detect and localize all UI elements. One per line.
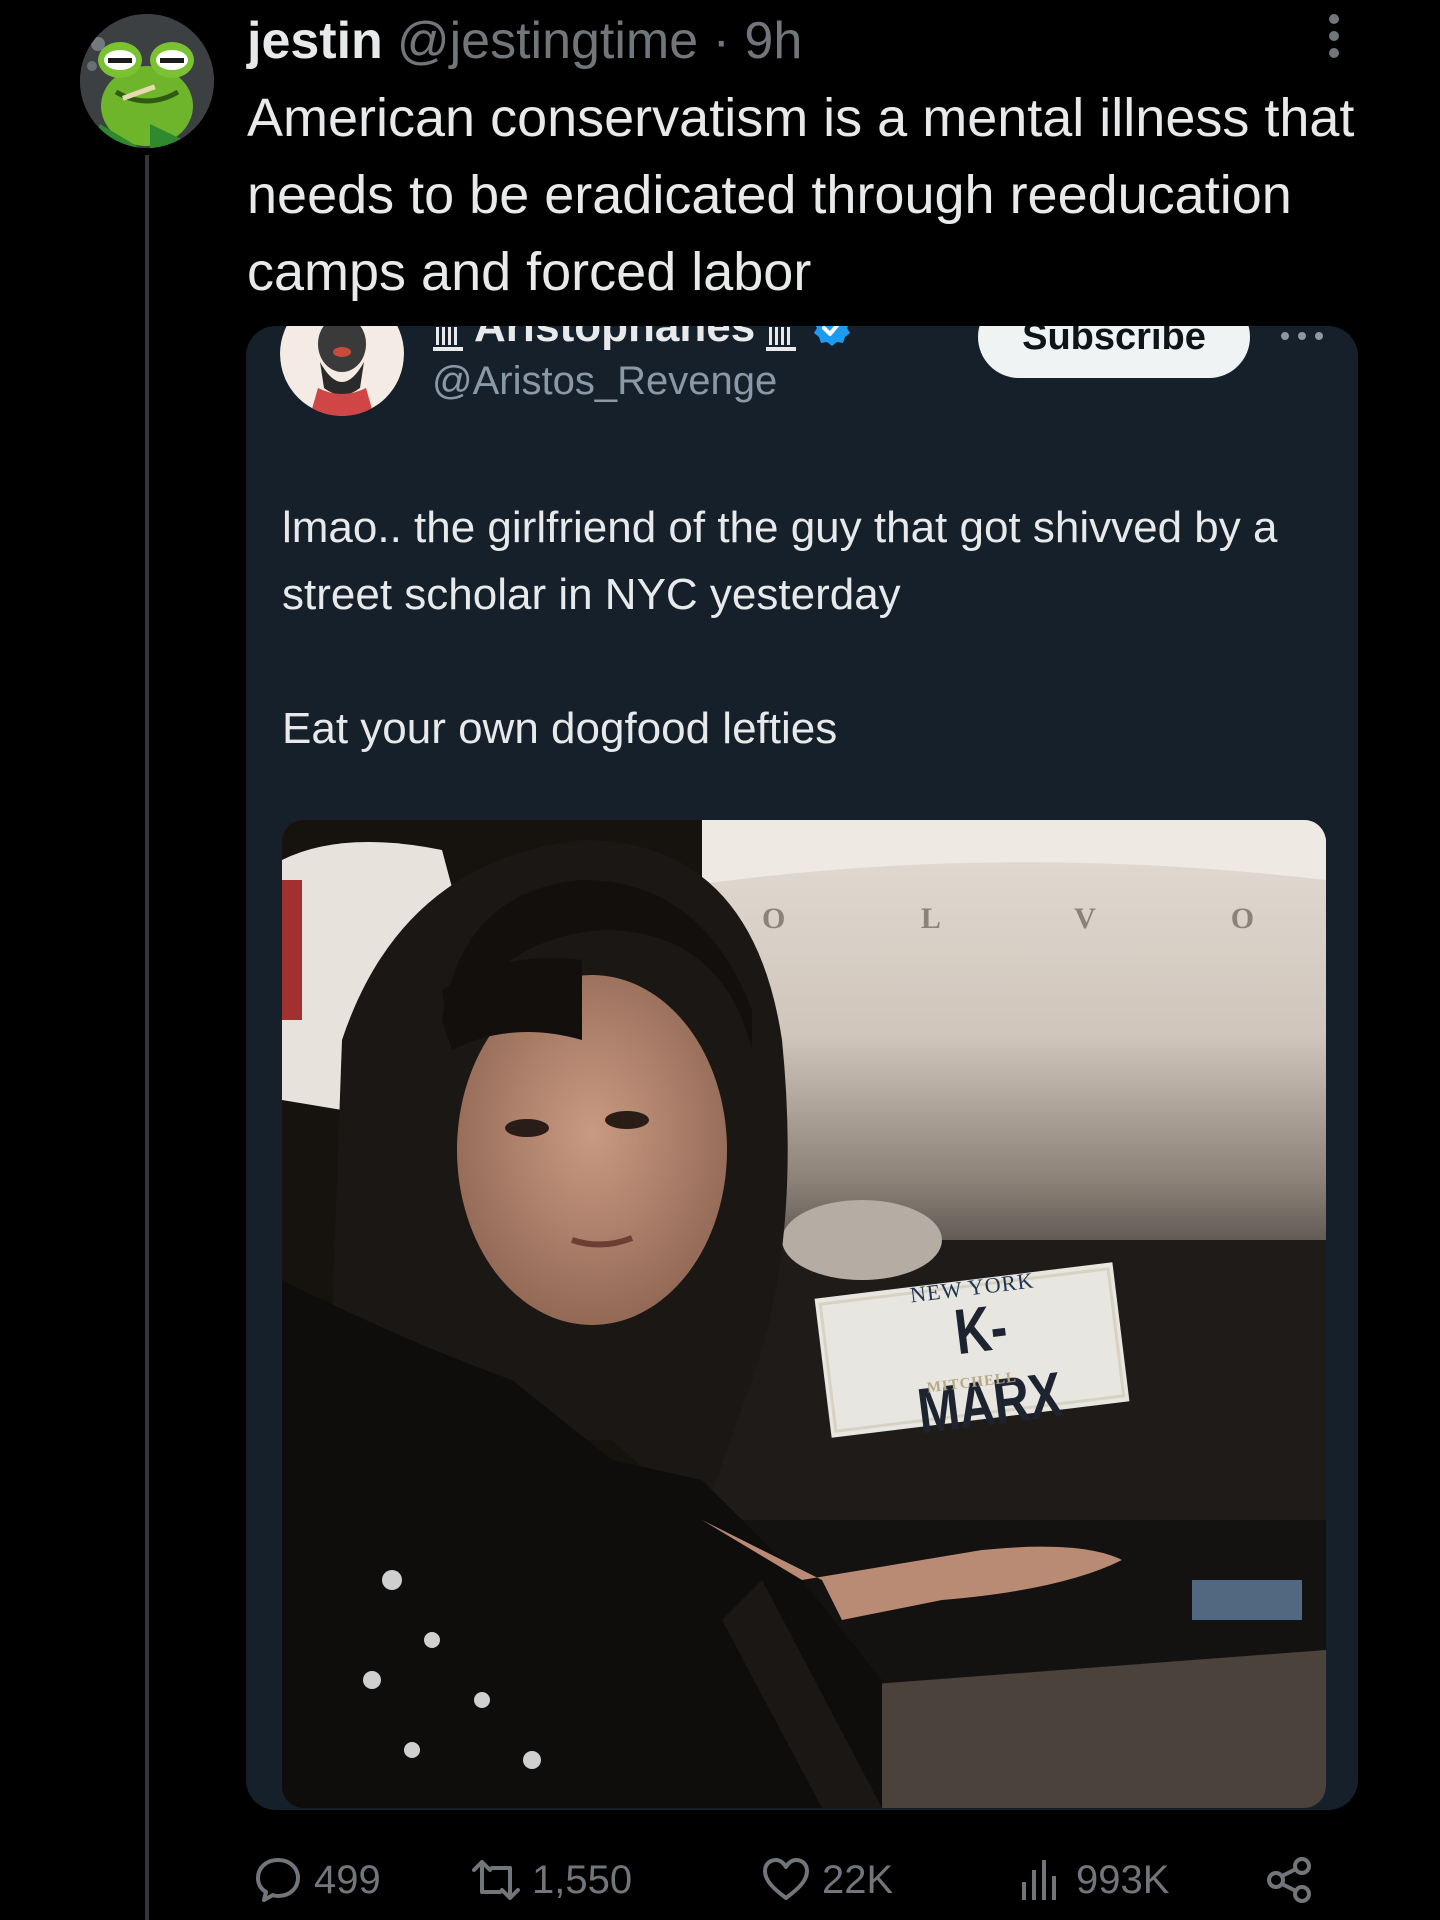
view-count: 993K [1076, 1857, 1170, 1902]
author-name[interactable]: jestin [247, 10, 383, 72]
greek-pillar-icon [432, 326, 464, 351]
aristophanes-avatar-icon[interactable] [280, 326, 404, 416]
author-handle[interactable]: @jestingtime · 9h [397, 10, 802, 72]
repost-icon [472, 1860, 520, 1900]
quote-author-label: Aristophanes [474, 326, 756, 351]
quote-photo[interactable]: NEW YORK K-MARX MITCHELL O L V O [282, 820, 1326, 1808]
quote-paragraph: lmao.. the girlfriend of the guy that go… [282, 503, 1278, 619]
views-button[interactable]: 993K [1014, 1852, 1169, 1908]
reply-icon [256, 1858, 300, 1902]
subscribe-button[interactable]: Subscribe [978, 326, 1250, 378]
quote-author-name[interactable]: Aristophanes [432, 326, 851, 352]
quote-text: lmao.. the girlfriend of the guy that go… [282, 494, 1322, 762]
like-button[interactable]: 22K [760, 1852, 893, 1908]
greek-pillar-icon [765, 326, 797, 351]
car-badge: O L V O [762, 902, 1259, 935]
reply-count: 499 [314, 1857, 381, 1902]
license-plate-text: K-MARX [913, 1290, 1066, 1448]
tweet-text: American conservatism is a mental illnes… [247, 88, 1355, 302]
tweet-time[interactable]: 9h [744, 12, 802, 70]
tweet-header: jestin @jestingtime · 9h [247, 10, 802, 72]
verified-badge-icon [813, 326, 851, 346]
reply-button[interactable]: 499 [252, 1852, 381, 1908]
heart-icon [763, 1858, 809, 1900]
quote-tweet-card[interactable]: Aristophanes @Aristos_Revenge Subscribe … [246, 326, 1358, 1810]
more-horizontal-icon[interactable] [1280, 328, 1324, 340]
more-vertical-icon[interactable] [1322, 12, 1346, 60]
like-count: 22K [822, 1857, 894, 1902]
repost-button[interactable]: 1,550 [470, 1852, 632, 1908]
quote-paragraph: Eat your own dogfood lefties [282, 704, 838, 753]
views-icon [1022, 1860, 1056, 1900]
share-icon [1267, 1857, 1311, 1903]
action-bar: 499 1,550 22K 993K [252, 1852, 1392, 1908]
share-button[interactable] [1264, 1852, 1316, 1908]
frog-avatar-icon[interactable] [80, 14, 214, 148]
repost-count: 1,550 [532, 1857, 633, 1902]
tweet-screen: jestin @jestingtime · 9h American conser… [0, 0, 1440, 1920]
thread-line [145, 155, 149, 1920]
quote-author-handle[interactable]: @Aristos_Revenge [432, 359, 777, 404]
